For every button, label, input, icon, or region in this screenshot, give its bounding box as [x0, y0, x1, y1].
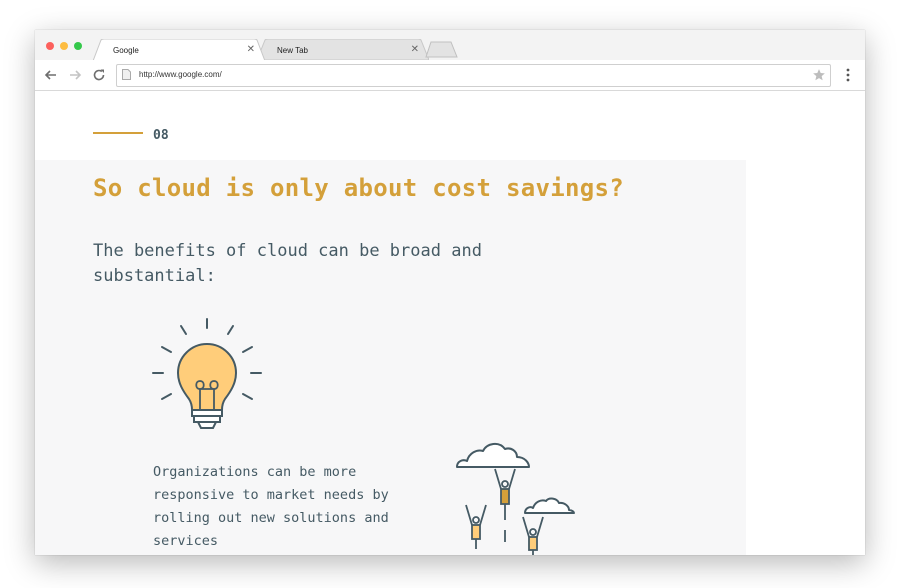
new-tab-button[interactable]	[425, 41, 459, 58]
page-icon	[122, 69, 131, 80]
tab-strip: New Tab ✕ Google ✕	[35, 30, 865, 61]
rising-people-clouds-illustration	[456, 443, 575, 555]
page-content: 08 So cloud is only about cost savings? …	[35, 91, 865, 555]
figure-right	[522, 516, 544, 555]
browser-window: New Tab ✕ Google ✕ http://www.google.com…	[35, 30, 865, 555]
tab-label: New Tab	[277, 46, 308, 55]
tab-google[interactable]: Google ✕	[93, 39, 265, 61]
minimize-window-button[interactable]	[60, 42, 68, 50]
close-window-button[interactable]	[46, 42, 54, 50]
bookmark-star-icon[interactable]	[812, 68, 826, 82]
browser-toolbar: http://www.google.com/	[35, 60, 865, 91]
section-divider	[93, 132, 143, 134]
reload-icon[interactable]	[91, 67, 107, 83]
section-number: 08	[153, 128, 169, 143]
close-tab-icon[interactable]: ✕	[247, 44, 255, 55]
tab-label: Google	[113, 46, 139, 55]
lightbulb-icon	[152, 318, 262, 429]
page-title: So cloud is only about cost savings?	[93, 174, 624, 202]
close-tab-icon[interactable]: ✕	[411, 44, 419, 55]
url-text: http://www.google.com/	[139, 70, 222, 79]
forward-arrow-icon[interactable]	[67, 67, 83, 83]
zoom-window-button[interactable]	[74, 42, 82, 50]
figure-left	[465, 504, 487, 549]
figure-middle	[494, 468, 516, 542]
more-options-icon[interactable]	[843, 68, 853, 82]
address-bar[interactable]: http://www.google.com/	[116, 64, 831, 87]
back-arrow-icon[interactable]	[43, 67, 59, 83]
intro-text: The benefits of cloud can be broad and s…	[93, 241, 482, 286]
tab-new-tab[interactable]: New Tab ✕	[257, 39, 429, 60]
benefit-text: Organizations can be more responsive to …	[153, 464, 389, 549]
